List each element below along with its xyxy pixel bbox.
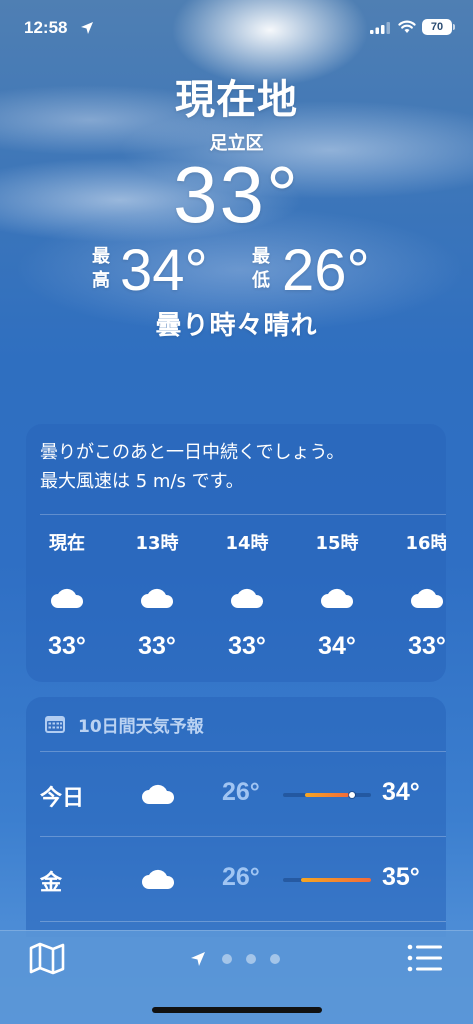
current-temperature: 33° xyxy=(173,150,300,239)
page-indicator[interactable] xyxy=(190,951,290,967)
day-row[interactable]: 金 26° 35° xyxy=(26,837,446,921)
temperature-range-bar xyxy=(283,878,371,882)
temperature-range-bar xyxy=(283,792,371,798)
battery-indicator: 70 xyxy=(422,19,452,35)
divider xyxy=(40,514,446,515)
hour-column: 13時 33° xyxy=(122,532,192,661)
ten-day-forecast-card[interactable]: 10日間天気予報 今日 26° 34° 金 26° 35° xyxy=(26,697,446,937)
status-bar: 12:58 70 xyxy=(0,0,473,56)
location-arrow-icon xyxy=(191,952,205,966)
cloud-icon xyxy=(411,588,444,608)
weather-header: 現在地 足立区 33° 最高 34° 最低 26° 曇り時々晴れ xyxy=(0,75,473,342)
day-name: 今日 xyxy=(40,786,85,811)
page-dot[interactable] xyxy=(222,954,232,964)
cloud-icon xyxy=(142,869,175,889)
hour-label: 現在 xyxy=(49,533,85,554)
ten-day-header: 10日間天気予報 xyxy=(44,712,204,737)
hour-temperature: 34° xyxy=(318,632,356,660)
temperature-range-fill xyxy=(300,878,371,882)
day-name: 金 xyxy=(40,871,63,896)
hour-temperature: 33° xyxy=(48,632,86,660)
hour-label: 14時 xyxy=(225,533,269,554)
day-high-temperature: 35° xyxy=(382,863,420,891)
status-time: 12:58 xyxy=(24,18,68,37)
day-low-temperature: 26° xyxy=(222,863,260,891)
hourly-forecast-card[interactable]: 曇りがこのあと一日中続くでしょう。 最大風速は 5 m/s です。 現在 33°… xyxy=(26,424,446,682)
list-icon[interactable] xyxy=(406,943,444,973)
low-label-text: 最低 xyxy=(252,246,270,291)
current-temperature-dot xyxy=(348,792,355,798)
wifi-icon xyxy=(398,20,416,33)
calendar-icon xyxy=(45,715,65,733)
high-low-row: 最高 34° 最低 26° xyxy=(0,238,473,303)
hour-temperature: 33° xyxy=(228,632,266,660)
low-label: 最低 xyxy=(250,245,272,293)
cloud-icon xyxy=(142,784,175,804)
hour-column: 14時 33° xyxy=(212,532,282,661)
weather-condition: 曇り時々晴れ xyxy=(155,311,318,341)
day-high-temperature: 34° xyxy=(382,778,420,806)
page-dot[interactable] xyxy=(246,954,256,964)
cellular-signal-icon xyxy=(370,22,390,34)
temperature-range-fill xyxy=(305,793,349,797)
high-temperature: 34° xyxy=(120,238,208,303)
location-arrow-icon xyxy=(81,22,93,34)
cloud-icon xyxy=(321,588,354,608)
cloud-icon xyxy=(231,588,264,608)
cloud-icon xyxy=(51,588,84,608)
low-temperature: 26° xyxy=(282,238,370,303)
hour-column: 15時 34° xyxy=(302,532,372,661)
hour-column: 16時 33° xyxy=(392,532,446,661)
divider xyxy=(40,921,446,922)
hour-column: 現在 33° xyxy=(32,532,102,661)
hour-label: 15時 xyxy=(315,533,359,554)
page-dot[interactable] xyxy=(270,954,280,964)
hour-label: 16時 xyxy=(405,533,446,554)
map-icon[interactable] xyxy=(28,941,66,975)
summary-line-1: 曇りがこのあと一日中続くでしょう。 xyxy=(40,442,345,463)
cloud-icon xyxy=(141,588,174,608)
ten-day-title: 10日間天気予報 xyxy=(78,716,204,737)
high-label: 最高 xyxy=(90,245,112,293)
hour-label: 13時 xyxy=(135,533,179,554)
hourly-summary: 曇りがこのあと一日中続くでしょう。 最大風速は 5 m/s です。 xyxy=(40,438,430,496)
summary-line-2: 最大風速は 5 m/s です。 xyxy=(40,471,244,492)
hour-temperature: 33° xyxy=(138,632,176,660)
day-low-temperature: 26° xyxy=(222,778,260,806)
day-row[interactable]: 今日 26° 34° xyxy=(26,752,446,836)
battery-tip xyxy=(453,24,455,30)
home-indicator xyxy=(152,1007,322,1013)
high-label-text: 最高 xyxy=(92,246,110,291)
hour-temperature: 33° xyxy=(408,632,446,660)
location-title: 現在地 xyxy=(175,77,298,123)
